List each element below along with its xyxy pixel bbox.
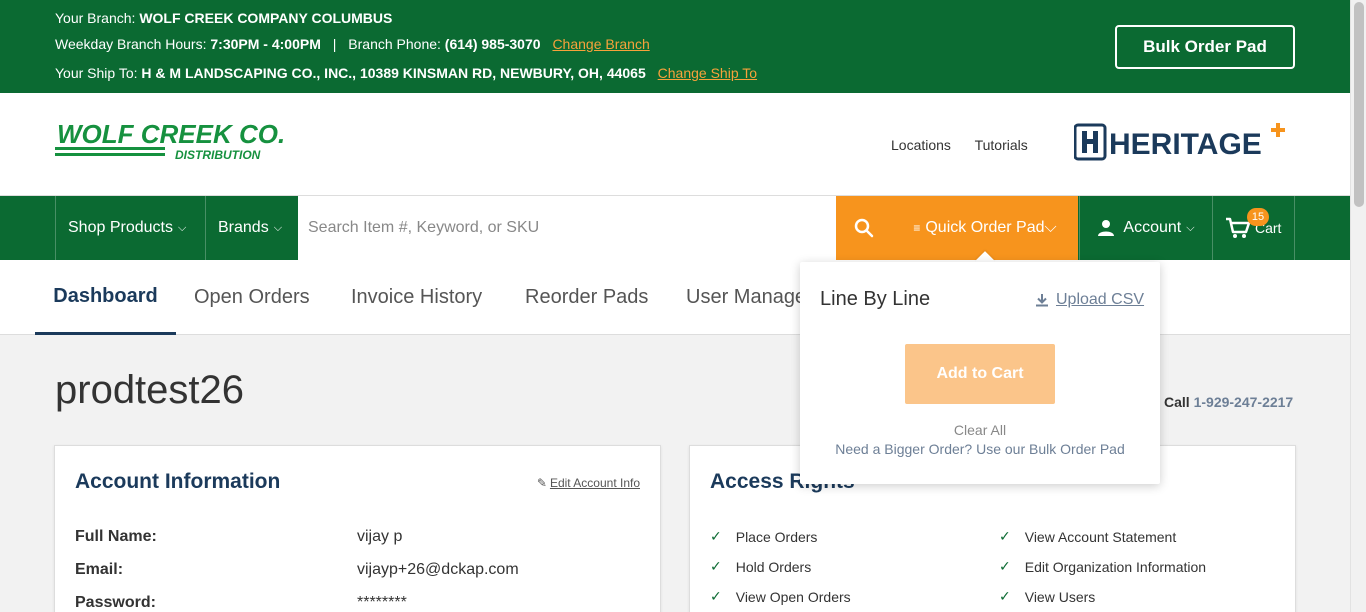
search-input[interactable] bbox=[308, 219, 836, 237]
phone-label: Branch Phone: bbox=[348, 36, 441, 52]
brands-menu[interactable]: Brands ⌵ bbox=[205, 196, 298, 260]
check-icon: ✓ bbox=[710, 588, 722, 604]
check-icon: ✓ bbox=[710, 558, 722, 574]
header: WOLF CREEK CO. DISTRIBUTION Locations Tu… bbox=[0, 93, 1350, 196]
change-ship-to-link[interactable]: Change Ship To bbox=[658, 65, 757, 81]
access-right-item: ✓ View Users bbox=[999, 588, 1095, 605]
add-to-cart-button[interactable]: Add to Cart bbox=[905, 344, 1055, 404]
pencil-icon: ✎ bbox=[536, 476, 547, 490]
ship-label: Your Ship To: bbox=[55, 65, 138, 81]
check-icon: ✓ bbox=[710, 528, 722, 544]
tab-reorder-pads[interactable]: Reorder Pads bbox=[525, 260, 648, 335]
quick-order-pad-dropdown: Line By Line Upload CSV Add to Cart Clea… bbox=[800, 262, 1160, 484]
hours-value: 7:30PM - 4:00PM bbox=[210, 36, 321, 52]
access-right-label: Place Orders bbox=[735, 528, 818, 545]
page-scrollbar[interactable] bbox=[1350, 0, 1366, 612]
user-icon bbox=[1098, 220, 1115, 236]
access-right-item: ✓ Place Orders bbox=[710, 528, 817, 545]
ship-to-line: Your Ship To: H & M LANDSCAPING CO., INC… bbox=[55, 65, 757, 81]
quick-order-pad-label: Quick Order Pad bbox=[925, 219, 1045, 236]
phone-value: (614) 985-3070 bbox=[444, 36, 541, 52]
logo-main-text: WOLF CREEK CO. bbox=[57, 123, 285, 149]
call-label: Call bbox=[1164, 394, 1190, 410]
search-icon bbox=[854, 218, 874, 238]
locations-link[interactable]: Locations bbox=[891, 137, 951, 153]
email-value: vijayp+26@dckap.com bbox=[357, 561, 519, 578]
tab-dashboard[interactable]: Dashboard bbox=[35, 260, 176, 335]
ship-value: H & M LANDSCAPING CO., INC., 10389 KINSM… bbox=[141, 65, 646, 81]
chevron-down-icon: ⌵ bbox=[177, 221, 187, 234]
access-right-label: View Users bbox=[1024, 588, 1096, 605]
line-by-line-label: Line By Line bbox=[820, 288, 931, 310]
tutorials-link[interactable]: Tutorials bbox=[975, 137, 1028, 153]
download-icon bbox=[1036, 294, 1048, 307]
access-right-item: ✓ Hold Orders bbox=[710, 558, 811, 575]
password-label: Password: bbox=[75, 594, 156, 611]
account-label: Account bbox=[1123, 219, 1182, 236]
shop-products-menu[interactable]: Shop Products ⌵ bbox=[55, 196, 205, 260]
bulk-order-pad-button[interactable]: Bulk Order Pad bbox=[1115, 25, 1295, 69]
call-info: Call 1-929-247-2217 bbox=[1164, 394, 1293, 410]
tab-invoice-history[interactable]: Invoice History bbox=[351, 260, 482, 335]
branch-label: Your Branch: bbox=[55, 10, 136, 26]
shop-products-label: Shop Products bbox=[68, 219, 173, 236]
password-value: ******** bbox=[357, 594, 407, 611]
upload-csv-link[interactable]: Upload CSV bbox=[1035, 291, 1144, 309]
search-box bbox=[298, 196, 836, 260]
branch-info-bar: Your Branch: WOLF CREEK COMPANY COLUMBUS… bbox=[0, 0, 1350, 93]
full-name-value: vijay p bbox=[357, 528, 403, 545]
heritage-logo[interactable]: HERITAGE bbox=[1073, 123, 1289, 168]
main-nav: Shop Products ⌵ Brands ⌵ ≡ Quick Order P… bbox=[0, 196, 1350, 260]
check-icon: ✓ bbox=[999, 588, 1011, 604]
access-right-label: Hold Orders bbox=[735, 558, 812, 575]
edit-account-info-link[interactable]: ✎ Edit Account Info bbox=[537, 476, 640, 490]
account-info-title: Account Information bbox=[75, 470, 281, 493]
brands-label: Brands bbox=[218, 219, 269, 236]
access-right-label: Edit Organization Information bbox=[1024, 558, 1207, 575]
cart-button[interactable]: 15 Cart bbox=[1212, 196, 1295, 260]
full-name-label: Full Name: bbox=[75, 528, 157, 545]
access-right-item: ✓ View Open Orders bbox=[710, 588, 851, 605]
page-title: prodtest26 bbox=[55, 368, 245, 412]
tab-open-orders[interactable]: Open Orders bbox=[194, 260, 310, 335]
scrollbar-thumb[interactable] bbox=[1354, 2, 1364, 207]
branch-name: WOLF CREEK COMPANY COLUMBUS bbox=[139, 10, 393, 26]
account-info-card: Account Information ✎ Edit Account Info F… bbox=[54, 445, 661, 612]
hours-line: Weekday Branch Hours: 7:30PM - 4:00PM | … bbox=[55, 36, 650, 52]
logo-sub-text: DISTRIBUTION bbox=[175, 148, 261, 162]
chevron-down-icon: ⌵ bbox=[1186, 221, 1195, 234]
access-right-item: ✓ Edit Organization Information bbox=[999, 558, 1206, 575]
search-button[interactable] bbox=[836, 196, 892, 260]
clear-all-link[interactable]: Clear All bbox=[800, 422, 1160, 438]
email-label: Email: bbox=[75, 561, 124, 578]
list-icon: ≡ bbox=[913, 221, 921, 235]
hours-label: Weekday Branch Hours: bbox=[55, 36, 207, 52]
bulk-order-pad-link[interactable]: Need a Bigger Order? Use our Bulk Order … bbox=[800, 441, 1160, 457]
check-icon: ✓ bbox=[999, 528, 1011, 544]
branch-line: Your Branch: WOLF CREEK COMPANY COLUMBUS bbox=[55, 10, 392, 26]
header-links: Locations Tutorials bbox=[891, 137, 1048, 153]
upload-csv-label: Upload CSV bbox=[1056, 291, 1145, 308]
change-branch-link[interactable]: Change Branch bbox=[552, 36, 649, 52]
cart-count-badge: 15 bbox=[1247, 208, 1269, 226]
call-phone-link[interactable]: 1-929-247-2217 bbox=[1194, 394, 1294, 410]
account-menu[interactable]: Account ⌵ bbox=[1079, 196, 1212, 260]
tab-user-management[interactable]: User Manage bbox=[686, 260, 806, 335]
chevron-down-icon: ⌵ bbox=[1044, 219, 1057, 236]
access-right-item: ✓ View Account Statement bbox=[999, 528, 1176, 545]
access-right-label: View Account Statement bbox=[1024, 528, 1177, 545]
access-right-label: View Open Orders bbox=[735, 588, 851, 605]
edit-account-info-label: Edit Account Info bbox=[549, 476, 640, 490]
chevron-down-icon: ⌵ bbox=[273, 221, 283, 234]
heritage-text: HERITAGE bbox=[1109, 128, 1262, 161]
separator: | bbox=[332, 36, 337, 52]
check-icon: ✓ bbox=[999, 558, 1011, 574]
wolf-creek-logo[interactable]: WOLF CREEK CO. DISTRIBUTION bbox=[55, 119, 300, 168]
